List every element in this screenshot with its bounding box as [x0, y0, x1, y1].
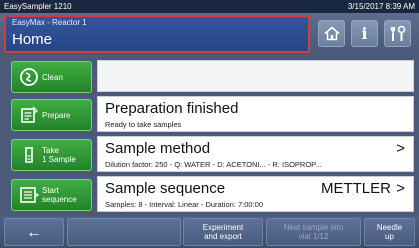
clean-icon: [20, 68, 38, 86]
next-sample-line1: Next sample into: [283, 223, 344, 232]
header: EasyMax - Reactor 1 Home i: [0, 13, 419, 55]
vial-icon: [25, 147, 33, 163]
sample-method-title: Sample method: [105, 140, 211, 157]
start-label-line1: Start: [42, 186, 59, 195]
title-bar: EasySampler 1210 3/15/2017 8:39 AM: [0, 0, 419, 13]
sample-sequence-panel[interactable]: Sample sequence METTLER > Samples: 8 - I…: [97, 176, 414, 212]
needle-label-line2: up: [385, 232, 394, 241]
clean-label: Clean: [42, 72, 63, 82]
tools-button[interactable]: [384, 20, 411, 47]
sample-method-details: Dilution factor: 250 - Q: WATER - D: ACE…: [105, 160, 322, 169]
prepare-icon: [21, 106, 39, 123]
vendor-label: METTLER: [320, 180, 391, 197]
screen: EasySampler 1210 3/15/2017 8:39 AM EasyM…: [0, 0, 419, 248]
sample-sequence-details: Samples: 8 - Interval: Linear - Duration…: [105, 200, 263, 209]
empty-panel: [97, 60, 414, 92]
take-sample-label: Take 1 Sample: [42, 140, 76, 170]
location-box[interactable]: EasyMax - Reactor 1 Home: [4, 15, 310, 53]
datetime: 3/15/2017 8:39 AM: [347, 2, 415, 11]
empty-slot-button: [67, 218, 181, 246]
home-icon: [323, 26, 340, 41]
next-sample-line2: vial 1/12: [298, 232, 329, 241]
needle-label-line1: Needle: [376, 223, 403, 232]
preparation-panel: Preparation finished Ready to take sampl…: [97, 96, 414, 132]
chevron-right-icon: >: [396, 180, 405, 197]
tools-icon: [390, 25, 405, 41]
experiment-label-line1: Experiment: [202, 223, 244, 232]
take-label-line2: 1 Sample: [42, 155, 76, 164]
bottom-bar: ← Experiment and export Next sample into v…: [0, 216, 419, 248]
needle-up-button[interactable]: Needle up: [364, 218, 415, 246]
experiment-label-line2: and export: [204, 232, 242, 241]
info-button[interactable]: i: [351, 20, 378, 47]
start-sequence-label: Start sequence: [42, 180, 77, 210]
page-title: Home: [12, 31, 53, 48]
preparation-status: Ready to take samples: [105, 120, 182, 129]
app-name: EasySampler 1210: [4, 2, 72, 11]
preparation-title: Preparation finished: [105, 100, 239, 117]
back-button[interactable]: ←: [4, 218, 64, 246]
prepare-button[interactable]: Prepare: [11, 99, 92, 131]
prepare-label: Prepare: [42, 110, 71, 120]
location-subtitle: EasyMax - Reactor 1: [12, 18, 87, 27]
home-button[interactable]: [318, 20, 345, 47]
experiment-export-button[interactable]: Experiment and export: [183, 218, 263, 246]
info-icon: i: [361, 24, 368, 43]
clean-button[interactable]: Clean: [11, 61, 92, 93]
start-label-line2: sequence: [42, 195, 77, 204]
sample-method-panel[interactable]: Sample method > Dilution factor: 250 - Q…: [97, 136, 414, 172]
start-sequence-button[interactable]: Start sequence: [11, 179, 92, 211]
take-label-line1: Take: [42, 146, 59, 155]
next-sample-button[interactable]: Next sample into vial 1/12: [266, 218, 361, 246]
sample-sequence-title: Sample sequence: [105, 180, 226, 197]
arrow-left-icon: ←: [26, 223, 42, 241]
sequence-icon: [20, 187, 39, 203]
take-sample-button[interactable]: Take 1 Sample: [11, 139, 92, 171]
chevron-right-icon: >: [396, 140, 405, 157]
